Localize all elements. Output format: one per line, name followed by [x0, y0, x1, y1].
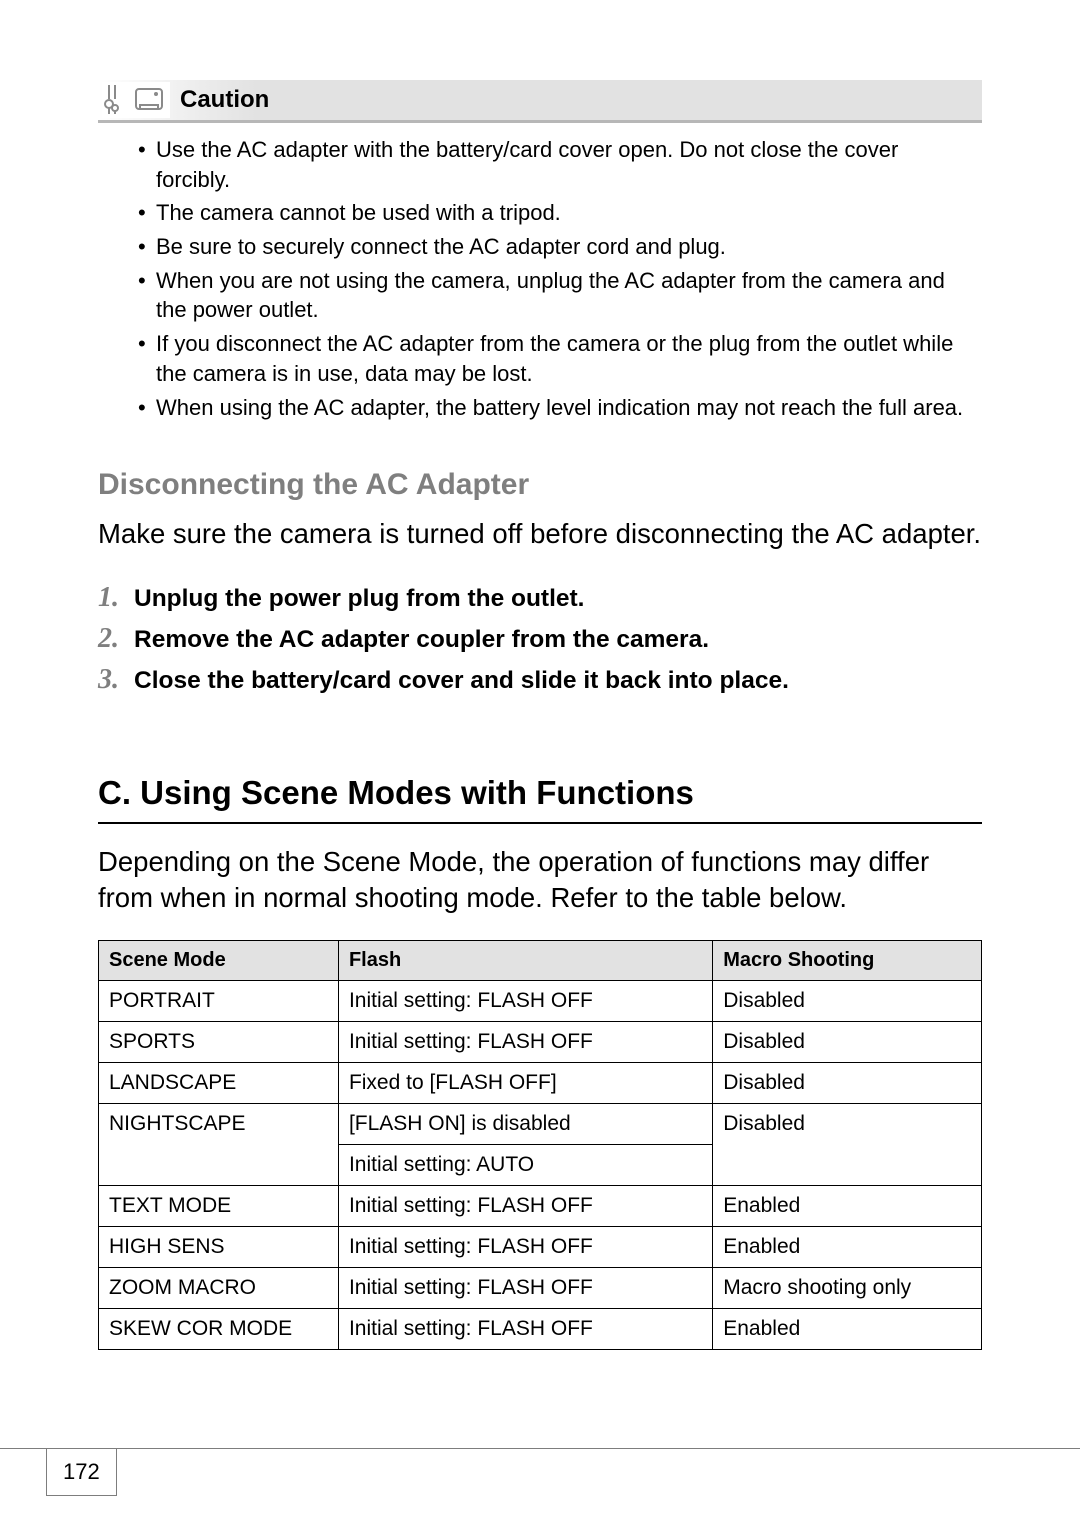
caution-item: When using the AC adapter, the battery l…: [156, 393, 966, 423]
section-heading-disconnect: Disconnecting the AC Adapter: [98, 468, 982, 502]
caution-item: If you disconnect the AC adapter from th…: [156, 329, 966, 388]
table-row: SKEW COR MODE Initial setting: FLASH OFF…: [99, 1308, 982, 1349]
th-flash: Flash: [338, 940, 712, 980]
step-number: 3.: [98, 664, 134, 696]
intro-paragraph: Make sure the camera is turned off befor…: [98, 516, 982, 552]
caution-item: Be sure to securely connect the AC adapt…: [156, 232, 966, 262]
step-item: 3. Close the battery/card cover and slid…: [98, 664, 982, 697]
cell-macro: Disabled: [713, 1103, 982, 1185]
cell-mode: HIGH SENS: [99, 1226, 339, 1267]
table-row: PORTRAIT Initial setting: FLASH OFF Disa…: [99, 980, 982, 1021]
table-row: HIGH SENS Initial setting: FLASH OFF Ena…: [99, 1226, 982, 1267]
cell-macro: Macro shooting only: [713, 1267, 982, 1308]
table-header-row: Scene Mode Flash Macro Shooting: [99, 940, 982, 980]
cell-macro: Disabled: [713, 1021, 982, 1062]
cell-flash: Fixed to [FLASH OFF]: [338, 1062, 712, 1103]
table-row: ZOOM MACRO Initial setting: FLASH OFF Ma…: [99, 1267, 982, 1308]
th-macro: Macro Shooting: [713, 940, 982, 980]
cell-mode: SPORTS: [99, 1021, 339, 1062]
cell-mode: NIGHTSCAPE: [99, 1103, 339, 1185]
cell-mode: SKEW COR MODE: [99, 1308, 339, 1349]
cell-mode: PORTRAIT: [99, 980, 339, 1021]
table-row: NIGHTSCAPE [FLASH ON] is disabled Disabl…: [99, 1103, 982, 1144]
cell-macro: Disabled: [713, 1062, 982, 1103]
scene-modes-table: Scene Mode Flash Macro Shooting PORTRAIT…: [98, 940, 982, 1350]
step-item: 1. Unplug the power plug from the outlet…: [98, 582, 982, 615]
th-scene-mode: Scene Mode: [99, 940, 339, 980]
table-row: LANDSCAPE Fixed to [FLASH OFF] Disabled: [99, 1062, 982, 1103]
steps-list: 1. Unplug the power plug from the outlet…: [98, 582, 982, 697]
page-number: 172: [46, 1449, 117, 1496]
caution-item: The camera cannot be used with a tripod.: [156, 198, 966, 228]
cell-mode: LANDSCAPE: [99, 1062, 339, 1103]
cell-macro: Disabled: [713, 980, 982, 1021]
cell-flash: Initial setting: FLASH OFF: [338, 1226, 712, 1267]
section-heading-scene-modes: C. Using Scene Modes with Functions: [98, 774, 982, 824]
cell-flash: Initial setting: AUTO: [338, 1144, 712, 1185]
page-footer: 172: [0, 1448, 1080, 1496]
table-row: SPORTS Initial setting: FLASH OFF Disabl…: [99, 1021, 982, 1062]
caution-title: Caution: [180, 86, 269, 114]
table-row: TEXT MODE Initial setting: FLASH OFF Ena…: [99, 1185, 982, 1226]
cell-flash: [FLASH ON] is disabled: [338, 1103, 712, 1144]
cell-macro: Enabled: [713, 1308, 982, 1349]
caution-item: When you are not using the camera, unplu…: [156, 266, 966, 325]
caution-item: Use the AC adapter with the battery/card…: [156, 135, 966, 194]
page: Caution Use the AC adapter with the batt…: [0, 0, 1080, 1528]
cell-flash: Initial setting: FLASH OFF: [338, 1021, 712, 1062]
cell-macro: Enabled: [713, 1226, 982, 1267]
footer-rule: [0, 1448, 1080, 1449]
step-text: Close the battery/card cover and slide i…: [134, 665, 789, 697]
caution-icon: [102, 82, 170, 118]
cell-flash: Initial setting: FLASH OFF: [338, 980, 712, 1021]
cell-macro: Enabled: [713, 1185, 982, 1226]
step-text: Unplug the power plug from the outlet.: [134, 583, 585, 615]
cell-flash: Initial setting: FLASH OFF: [338, 1185, 712, 1226]
cell-mode: TEXT MODE: [99, 1185, 339, 1226]
step-number: 1.: [98, 582, 134, 614]
scene-intro-paragraph: Depending on the Scene Mode, the operati…: [98, 844, 982, 916]
cell-mode: ZOOM MACRO: [99, 1267, 339, 1308]
step-item: 2. Remove the AC adapter coupler from th…: [98, 623, 982, 656]
step-number: 2.: [98, 623, 134, 655]
caution-list: Use the AC adapter with the battery/card…: [132, 135, 976, 422]
cell-flash: Initial setting: FLASH OFF: [338, 1267, 712, 1308]
step-text: Remove the AC adapter coupler from the c…: [134, 624, 709, 656]
cell-flash: Initial setting: FLASH OFF: [338, 1308, 712, 1349]
caution-header: Caution: [98, 80, 982, 123]
